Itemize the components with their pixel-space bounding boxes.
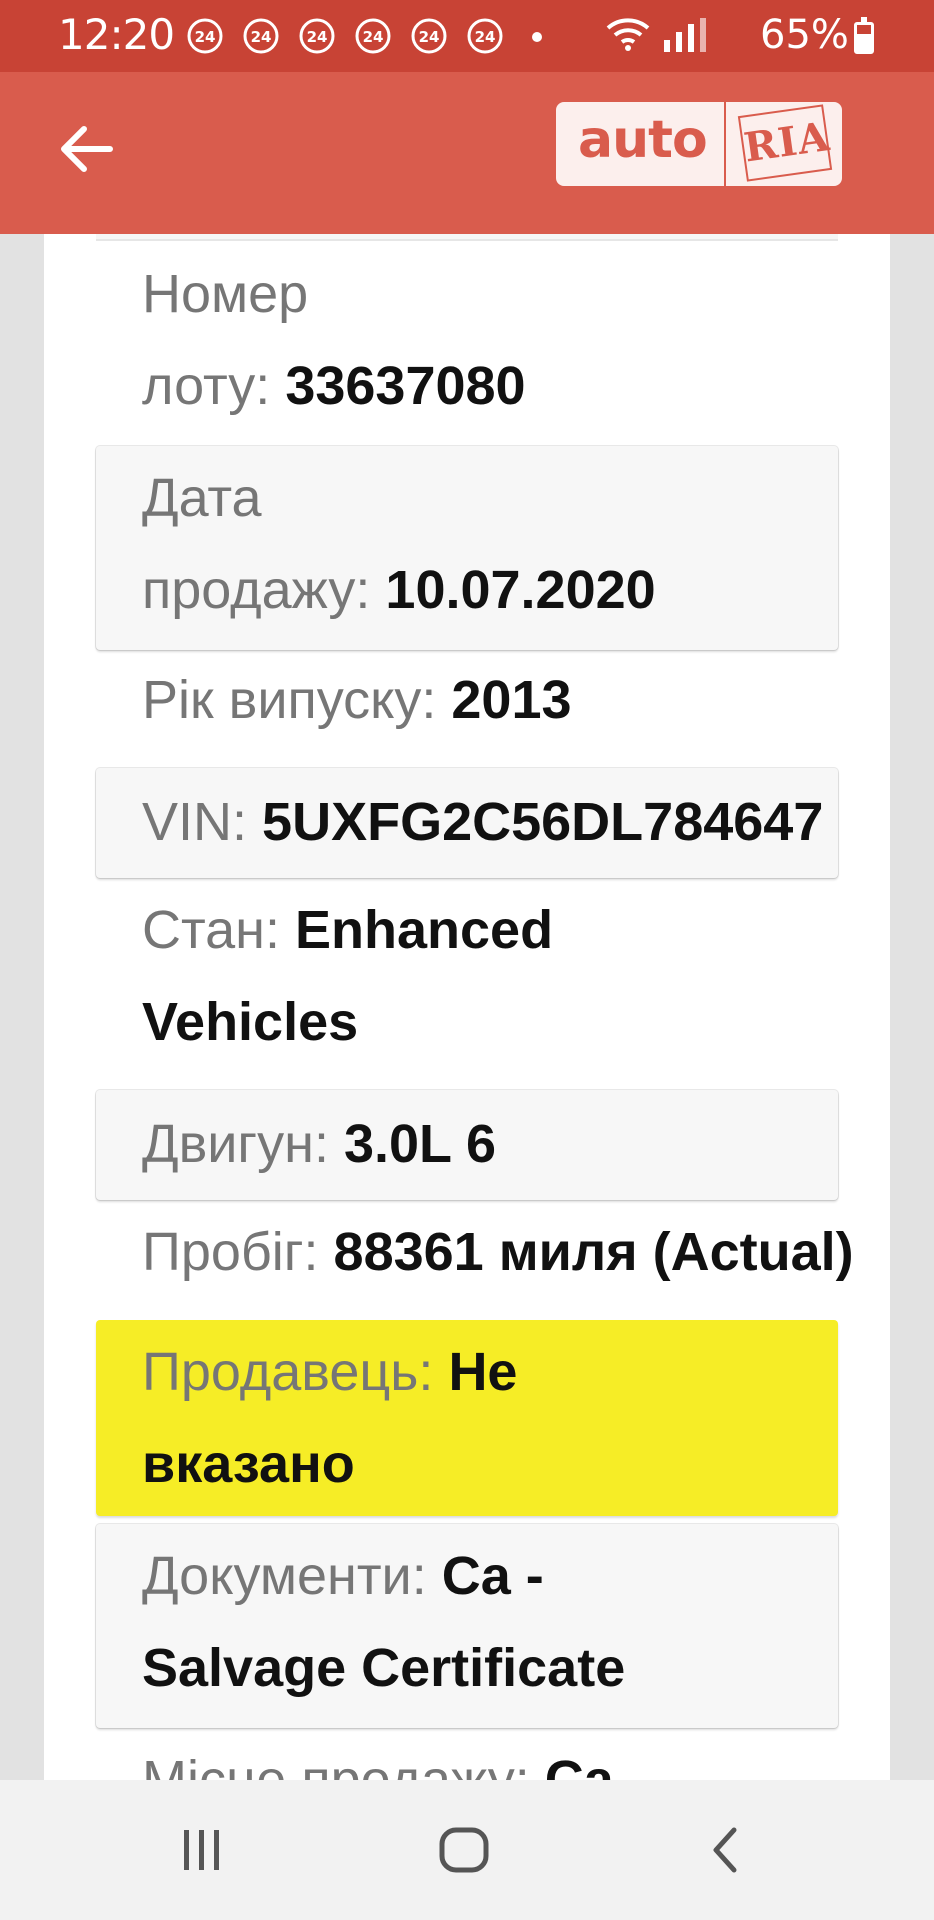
detail-row-mileage: Пробіг: 88361 миля (Actual)	[96, 1206, 854, 1310]
detail-value: Enhanced	[295, 900, 554, 960]
divider	[96, 234, 838, 241]
detail-value: Salvage Certificate	[142, 1638, 626, 1698]
detail-line: Стан: Enhanced	[142, 884, 553, 976]
svg-text:24: 24	[195, 28, 216, 46]
battery-percentage: 65%	[760, 12, 849, 58]
notification-24-icon: 24	[187, 18, 223, 54]
wifi-icon	[606, 18, 650, 51]
detail-label: продажу:	[142, 560, 371, 620]
detail-label: Стан:	[142, 900, 280, 960]
detail-value: 10.07.2020	[385, 560, 656, 620]
detail-label: Документи:	[142, 1546, 427, 1606]
detail-row-seller: Продавець: Не вказано	[96, 1320, 838, 1516]
detail-label: Рік випуску:	[142, 670, 437, 730]
detail-line: Рік випуску: 2013	[142, 654, 572, 746]
detail-value: Ca -	[441, 1546, 544, 1606]
notification-24-icon: 24	[299, 18, 335, 54]
detail-label: Дата	[142, 468, 262, 528]
detail-value: 3.0L 6	[343, 1114, 497, 1174]
signal-icon	[664, 18, 706, 52]
svg-text:24: 24	[307, 28, 328, 46]
svg-text:24: 24	[251, 28, 272, 46]
detail-value: 88361 миля (Actual)	[333, 1222, 854, 1282]
battery-icon	[854, 17, 874, 54]
detail-value: Не	[448, 1342, 518, 1402]
detail-line: лоту: 33637080	[142, 340, 526, 432]
svg-text:24: 24	[363, 28, 384, 46]
detail-label: Пробіг:	[142, 1222, 319, 1282]
detail-label: VIN:	[142, 792, 248, 852]
detail-row-sale-date: Дата продажу: 10.07.2020	[96, 446, 838, 650]
home-icon[interactable]	[432, 1818, 496, 1882]
back-nav-icon[interactable]	[694, 1818, 758, 1882]
detail-label: лоту:	[142, 356, 271, 416]
system-navigation-bar	[0, 1780, 934, 1920]
notification-24-icon: 24	[243, 18, 279, 54]
detail-line: продажу: 10.07.2020	[142, 544, 656, 636]
recent-apps-icon[interactable]	[170, 1818, 234, 1882]
detail-line: Місце продажу: Ca	[142, 1734, 614, 1780]
detail-row-sale-location: Місце продажу: Ca	[96, 1734, 838, 1780]
auto-ria-logo: auto RIA	[556, 102, 842, 186]
notification-24-icon: 24	[467, 18, 503, 54]
detail-row-year: Рік випуску: 2013	[96, 654, 838, 760]
detail-line: Двигун: 3.0L 6	[142, 1098, 496, 1190]
detail-row-lot-number: Номер лоту: 33637080	[96, 248, 838, 440]
detail-line: VIN: 5UXFG2C56DL784647	[142, 776, 823, 868]
detail-value: Ca	[544, 1750, 614, 1780]
back-arrow-icon[interactable]	[52, 114, 122, 184]
logo-divider	[724, 102, 726, 186]
more-notifications-dot	[532, 32, 542, 42]
detail-row-condition: Стан: Enhanced Vehicles	[96, 884, 838, 1080]
notification-24-icon: 24	[411, 18, 447, 54]
logo-ria-stamp: RIA	[737, 104, 833, 182]
logo-auto-text: auto	[578, 110, 708, 170]
detail-value: Vehicles	[142, 992, 359, 1052]
detail-value: вказано	[142, 1434, 355, 1494]
lot-details-card: Номер лоту: 33637080 Дата продажу: 10.07…	[44, 234, 890, 1780]
app-bar: auto RIA	[0, 72, 934, 234]
status-bar: 12:20 24 24 24 24 24 24 65%	[0, 0, 934, 72]
detail-row-engine: Двигун: 3.0L 6	[96, 1090, 838, 1200]
detail-label: Місце продажу:	[142, 1750, 530, 1780]
detail-row-vin: VIN: 5UXFG2C56DL784647	[96, 768, 838, 878]
detail-line: Пробіг: 88361 миля (Actual)	[142, 1206, 854, 1298]
detail-row-documents: Документи: Ca - Salvage Certificate	[96, 1524, 838, 1728]
detail-value: 5UXFG2C56DL784647	[262, 792, 824, 852]
detail-value: 2013	[451, 670, 572, 730]
detail-label: Двигун:	[142, 1114, 329, 1174]
detail-label: Номер	[142, 264, 309, 324]
detail-line: Продавець: Не	[142, 1326, 517, 1418]
detail-line: Документи: Ca -	[142, 1530, 544, 1622]
status-time: 12:20	[58, 10, 175, 59]
detail-value: 33637080	[285, 356, 526, 416]
detail-label: Продавець:	[142, 1342, 434, 1402]
svg-text:24: 24	[475, 28, 496, 46]
svg-text:24: 24	[419, 28, 440, 46]
notification-24-icon: 24	[355, 18, 391, 54]
